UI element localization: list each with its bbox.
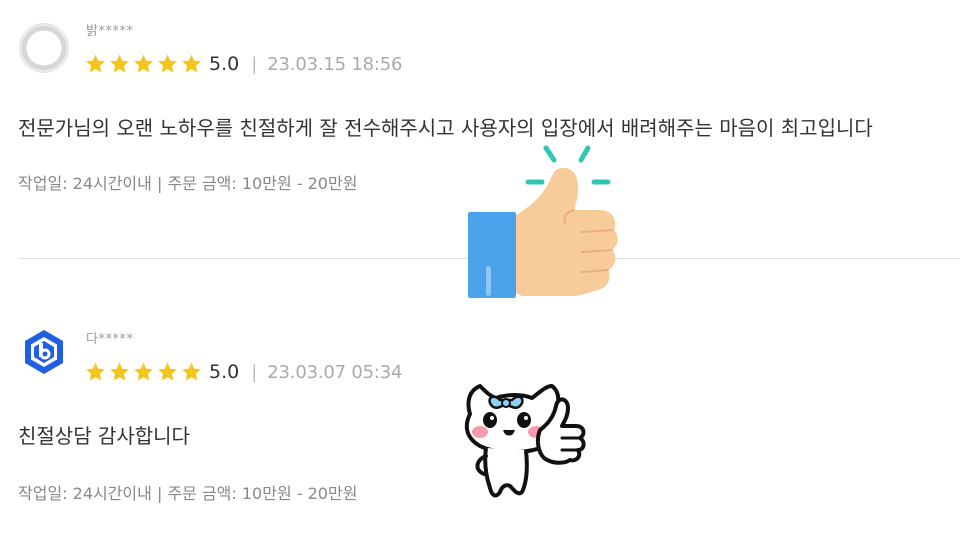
- star-icon: [158, 54, 177, 73]
- default-user-avatar-icon[interactable]: [18, 22, 70, 74]
- rating-row: 5.0 | 23.03.15 18:56: [84, 52, 402, 76]
- star-rating: [84, 361, 203, 383]
- star-icon: [86, 54, 105, 73]
- separator: |: [251, 53, 258, 75]
- review-text: 전문가님의 오랜 노하우를 친절하게 잘 전수해주시고 사용자의 입장에서 배려…: [18, 116, 873, 140]
- rating-row: 5.0 | 23.03.07 05:34: [84, 360, 402, 384]
- star-icon: [86, 362, 105, 381]
- rating-score: 5.0: [209, 53, 240, 75]
- star-icon: [134, 362, 153, 381]
- review-date: 23.03.07 05:34: [267, 361, 403, 383]
- review-date: 23.03.15 18:56: [267, 53, 403, 75]
- separator: |: [251, 361, 258, 383]
- review-meta: 작업일: 24시간이내 | 주문 금액: 10만원 - 20만원: [18, 484, 358, 503]
- star-icon: [158, 362, 177, 381]
- star-icon: [110, 362, 129, 381]
- star-icon: [134, 54, 153, 73]
- review-text: 친절상담 감사합니다: [18, 424, 190, 448]
- star-rating: [84, 53, 203, 75]
- star-icon: [182, 362, 201, 381]
- reviewer-name: 밝*****: [86, 24, 134, 39]
- rating-score: 5.0: [209, 361, 240, 383]
- star-icon: [182, 54, 201, 73]
- reviewer-name: 다*****: [86, 332, 134, 347]
- star-icon: [110, 54, 129, 73]
- review-meta: 작업일: 24시간이내 | 주문 금액: 10만원 - 20만원: [18, 174, 358, 193]
- blue-hexagon-logo-avatar-icon[interactable]: [18, 326, 70, 378]
- thumbs-up-icon: [468, 145, 618, 298]
- cat-thumbs-up-icon: [464, 384, 586, 498]
